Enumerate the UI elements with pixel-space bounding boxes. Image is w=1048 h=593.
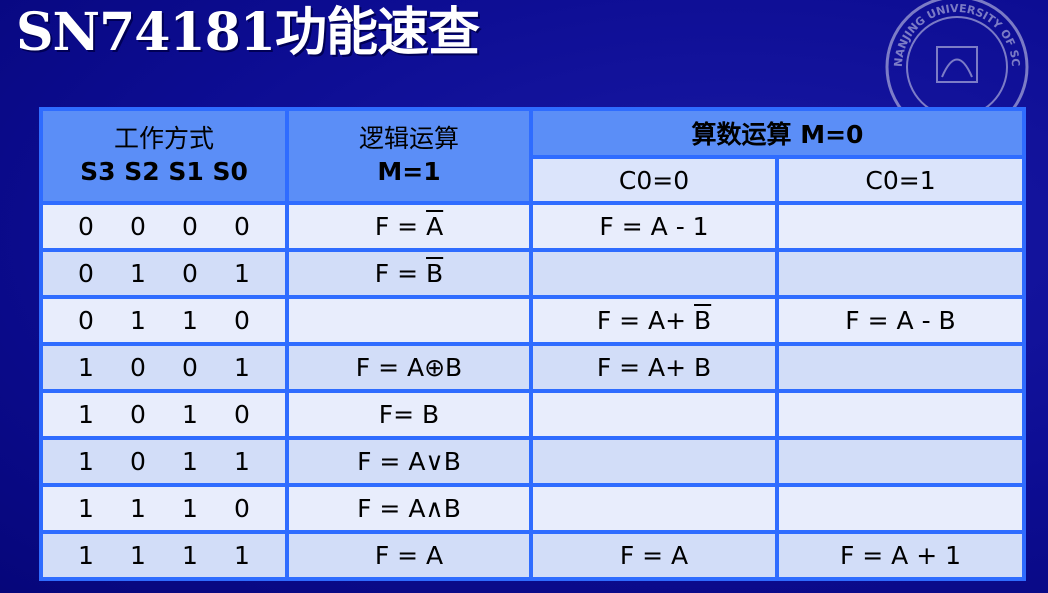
page-title: SN74181功能速查 xyxy=(16,2,480,63)
table-row: 0 1 0 1 F = B xyxy=(39,248,1026,299)
logic-cell: F= B xyxy=(285,389,533,440)
select-bit-s3: 0 xyxy=(78,212,94,241)
arith-c0-one-cell xyxy=(775,436,1026,487)
select-bit-s1: 1 xyxy=(182,400,198,429)
arith-c0-zero-cell xyxy=(529,248,779,299)
arith-c0-zero-cell xyxy=(529,389,779,440)
select-bit-s3: 1 xyxy=(78,541,94,570)
arith-c0-zero-formula: F = A+ xyxy=(596,306,695,335)
select-bit-s2: 0 xyxy=(130,400,146,429)
arith-c0-zero-cell: F = A+ B xyxy=(529,295,779,346)
select-bit-s1: 1 xyxy=(182,494,198,523)
select-code: 0 1 0 1 xyxy=(39,248,289,299)
arith-c0-one-cell xyxy=(775,201,1026,252)
select-bit-s0: 1 xyxy=(234,259,250,288)
function-table: 工作方式 S3 S2 S1 S0 逻辑运算 M=1 算数运算 M=0 C0=0 … xyxy=(39,107,1026,581)
table-row: 1 0 0 1 F = A⊕B F = A+ B xyxy=(39,342,1026,393)
select-code: 1 0 1 1 xyxy=(39,436,289,487)
mode-label: 工作方式 xyxy=(113,124,214,153)
select-bit-s2: 1 xyxy=(130,494,146,523)
select-bit-s2: 1 xyxy=(130,306,146,335)
arith-overline-operand: B xyxy=(694,306,712,335)
select-code: 1 1 1 1 xyxy=(39,530,289,581)
logic-cell: F = A∨B xyxy=(285,436,533,487)
select-labels: S3 S2 S1 S0 xyxy=(80,157,248,186)
arith-c0-zero-cell xyxy=(529,436,779,487)
logic-mode: M=1 xyxy=(377,157,441,186)
table-row: 0110F = A+ BF = A - B xyxy=(39,295,1026,346)
select-bit-s2: 0 xyxy=(130,212,146,241)
select-bit-s3: 0 xyxy=(78,306,94,335)
logic-formula: F = A⊕B xyxy=(355,353,463,382)
select-bit-s0: 0 xyxy=(234,306,250,335)
table-row: 0 0 0 0 F = A F = A - 1 xyxy=(39,201,1026,252)
arith-header: 算数运算 M=0 xyxy=(529,107,1026,159)
arith-c0-one-cell: F = A + 1 xyxy=(775,530,1026,581)
arith-c0-one-cell xyxy=(775,248,1026,299)
logic-cell: F = B xyxy=(285,248,533,299)
arith-c0-zero-cell: F = A xyxy=(529,530,779,581)
logic-header: 逻辑运算 M=1 xyxy=(285,107,533,205)
c0-one-header: C0=1 xyxy=(775,155,1026,205)
arith-c0-zero-formula: F = A - 1 xyxy=(599,212,709,241)
select-code: 0 1 1 0 xyxy=(39,295,289,346)
select-bit-s1: 0 xyxy=(182,212,198,241)
arith-c0-zero-cell xyxy=(529,483,779,534)
select-bit-s3: 1 xyxy=(78,400,94,429)
c0-zero-header: C0=0 xyxy=(529,155,779,205)
select-code: 1 0 1 0 xyxy=(39,389,289,440)
arith-c0-zero-formula: F = A+ B xyxy=(596,353,712,382)
logic-cell: F = A xyxy=(285,530,533,581)
select-bit-s1: 0 xyxy=(182,353,198,382)
table-row: 1 1 1 1 F = A F = A F = A + 1 xyxy=(39,530,1026,581)
select-bit-s2: 0 xyxy=(130,353,146,382)
arith-c0-one-cell xyxy=(775,389,1026,440)
mode-header: 工作方式 S3 S2 S1 S0 xyxy=(39,107,289,205)
logic-cell: F = A xyxy=(285,201,533,252)
select-bit-s0: 0 xyxy=(234,494,250,523)
logic-overline-operand: B xyxy=(426,259,444,288)
select-bit-s1: 1 xyxy=(182,541,198,570)
arith-c0-zero-cell: F = A+ B xyxy=(529,342,779,393)
select-bit-s3: 1 xyxy=(78,353,94,382)
logic-cell: F = A∧B xyxy=(285,483,533,534)
select-bit-s0: 1 xyxy=(234,447,250,476)
logic-formula: F= B xyxy=(378,400,440,429)
arith-c0-one-cell xyxy=(775,483,1026,534)
arith-c0-zero-formula: F = A xyxy=(619,541,689,570)
svg-text:NANJING UNIVERSITY OF SCIENCE: NANJING UNIVERSITY OF SCIENCE xyxy=(882,0,1022,67)
logic-formula: F = A∨B xyxy=(357,447,461,476)
select-bit-s3: 1 xyxy=(78,447,94,476)
select-code: 1 1 1 0 xyxy=(39,483,289,534)
select-bit-s2: 1 xyxy=(130,259,146,288)
select-bit-s1: 0 xyxy=(182,259,198,288)
logic-formula: F = xyxy=(374,259,427,288)
logic-overline-operand: A xyxy=(426,212,444,241)
arith-c0-one-cell xyxy=(775,342,1026,393)
arith-c0-zero-cell: F = A - 1 xyxy=(529,201,779,252)
select-bit-s1: 1 xyxy=(182,306,198,335)
logic-label: 逻辑运算 xyxy=(358,124,459,153)
select-bit-s2: 0 xyxy=(130,447,146,476)
select-bit-s2: 1 xyxy=(130,541,146,570)
select-bit-s0: 1 xyxy=(234,353,250,382)
select-bit-s0: 1 xyxy=(234,541,250,570)
logic-cell xyxy=(285,295,533,346)
arith-c0-one-cell: F = A - B xyxy=(775,295,1026,346)
table-row: 1 0 1 0 F= B xyxy=(39,389,1026,440)
seal-text: NANJING UNIVERSITY OF SCIENCE xyxy=(882,0,1022,67)
select-bit-s1: 1 xyxy=(182,447,198,476)
table-row: 1 0 1 1 F = A∨B xyxy=(39,436,1026,487)
logic-formula: F = A xyxy=(374,541,444,570)
select-code: 1 0 0 1 xyxy=(39,342,289,393)
logic-cell: F = A⊕B xyxy=(285,342,533,393)
table-row: 1 1 1 0 F = A∧B xyxy=(39,483,1026,534)
logic-formula: F = xyxy=(374,212,427,241)
select-bit-s3: 0 xyxy=(78,259,94,288)
select-code: 0 0 0 0 xyxy=(39,201,289,252)
select-bit-s0: 0 xyxy=(234,400,250,429)
logic-formula: F = A∧B xyxy=(357,494,461,523)
select-bit-s3: 1 xyxy=(78,494,94,523)
select-bit-s0: 0 xyxy=(234,212,250,241)
